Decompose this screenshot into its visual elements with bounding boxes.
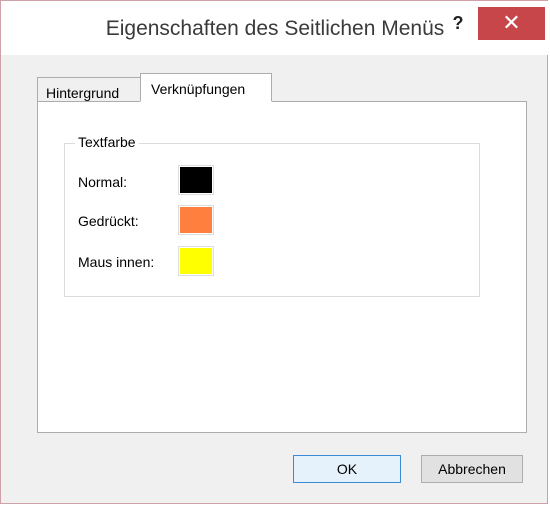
gedrueckt-color-swatch[interactable]: [178, 205, 214, 235]
title-bar[interactable]: Eigenschaften des Seitlichen Menüs ? ✕: [1, 1, 549, 55]
help-button[interactable]: ?: [445, 13, 471, 35]
ok-button[interactable]: OK: [293, 455, 401, 483]
close-button[interactable]: ✕: [478, 7, 545, 40]
normal-color-swatch[interactable]: [178, 165, 214, 195]
textfarbe-legend: Textfarbe: [75, 134, 139, 150]
cancel-button[interactable]: Abbrechen: [421, 455, 523, 483]
maus-innen-color-swatch[interactable]: [178, 246, 214, 276]
textfarbe-groupbox: Textfarbe Normal: Gedrückt: Maus innen:: [64, 134, 480, 297]
normal-label: Normal:: [78, 174, 128, 190]
tab-verknuepfungen[interactable]: Verknüpfungen: [140, 73, 272, 102]
tab-panel-verknuepfungen: Textfarbe Normal: Gedrückt: Maus innen:: [37, 101, 527, 433]
maus-innen-label: Maus innen:: [78, 254, 155, 270]
properties-dialog: Eigenschaften des Seitlichen Menüs ? ✕ H…: [0, 0, 549, 504]
tab-hintergrund[interactable]: Hintergrund: [37, 77, 141, 101]
gedrueckt-label: Gedrückt:: [78, 213, 139, 229]
close-icon: ✕: [502, 10, 521, 35]
dialog-client-area: Hintergrund Verknüpfungen Textfarbe Norm…: [9, 55, 541, 499]
